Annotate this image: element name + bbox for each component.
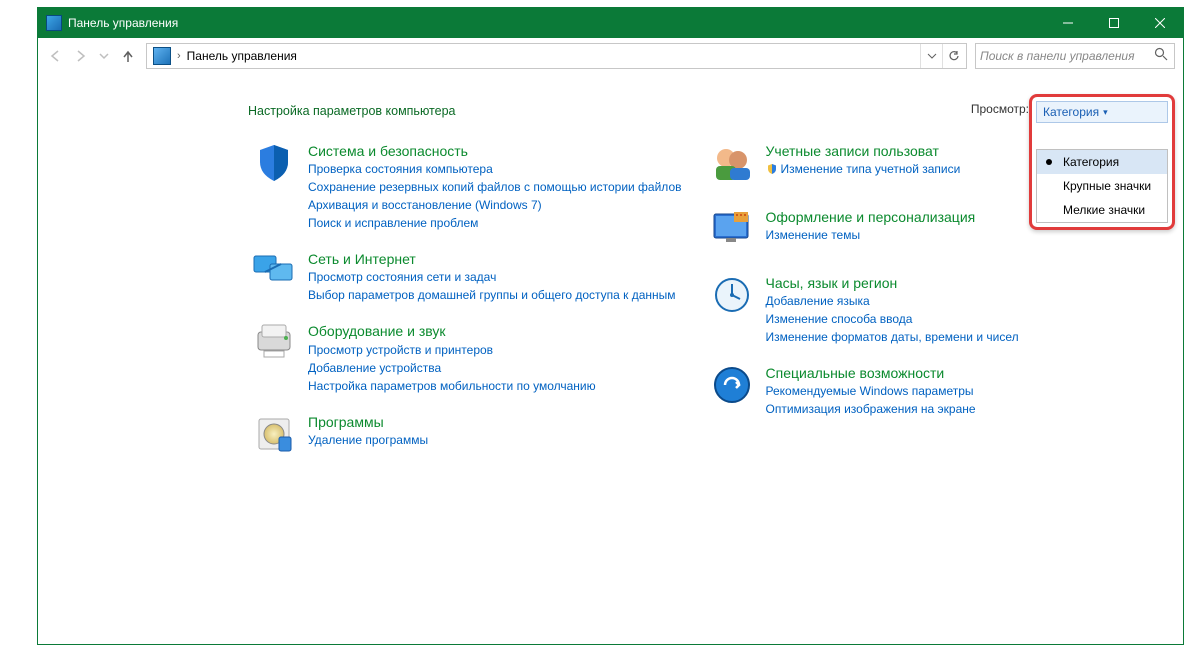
category-0: Система и безопасностьПроверка состояния…: [248, 142, 686, 232]
category-link[interactable]: Поиск и исправление проблем: [308, 214, 686, 232]
up-button[interactable]: [118, 46, 138, 66]
window-title: Панель управления: [68, 16, 1045, 30]
category-body: Специальные возможностиРекомендуемые Win…: [766, 364, 1144, 418]
titlebar: Панель управления: [38, 8, 1183, 38]
category-link[interactable]: Оптимизация изображения на экране: [766, 400, 1144, 418]
category-title[interactable]: Оборудование и звук: [308, 322, 686, 340]
content-area: Настройка параметров компьютера Просмотр…: [38, 74, 1183, 499]
search-input[interactable]: [980, 49, 1154, 63]
minimize-button[interactable]: [1045, 8, 1091, 38]
shield-icon: [766, 162, 778, 174]
category-icon: [248, 250, 300, 298]
view-dropdown-highlight: Категория ▾ Категория Крупные значки Мел…: [1029, 94, 1175, 230]
category-title[interactable]: Программы: [308, 413, 686, 431]
category-2: Оборудование и звукПросмотр устройств и …: [248, 322, 686, 394]
address-bar[interactable]: › Панель управления: [146, 43, 967, 69]
category-link[interactable]: Просмотр состояния сети и задач: [308, 268, 686, 286]
left-column: Система и безопасностьПроверка состояния…: [248, 142, 686, 479]
category-link[interactable]: Просмотр устройств и принтеров: [308, 341, 686, 359]
category-icon: [248, 142, 300, 190]
refresh-button[interactable]: [942, 44, 964, 68]
category-7: Специальные возможностиРекомендуемые Win…: [706, 364, 1144, 418]
view-dropdown-value: Категория: [1043, 105, 1099, 119]
window-controls: [1045, 8, 1183, 38]
category-link[interactable]: Настройка параметров мобильности по умол…: [308, 377, 686, 395]
category-icon: [248, 322, 300, 370]
back-button[interactable]: [46, 46, 66, 66]
category-link[interactable]: Добавление языка: [766, 292, 1144, 310]
category-icon: [706, 208, 758, 256]
view-option-small-icons[interactable]: Мелкие значки: [1037, 198, 1167, 222]
navigation-bar: › Панель управления: [38, 38, 1183, 74]
category-link[interactable]: Добавление устройства: [308, 359, 686, 377]
category-link[interactable]: Архивация и восстановление (Windows 7): [308, 196, 686, 214]
view-option-category[interactable]: Категория: [1037, 150, 1167, 174]
search-box[interactable]: [975, 43, 1175, 69]
recent-dropdown[interactable]: [94, 46, 114, 66]
chevron-down-icon: ▾: [1103, 107, 1108, 118]
view-menu: Категория Крупные значки Мелкие значки: [1036, 149, 1168, 223]
maximize-button[interactable]: [1091, 8, 1137, 38]
control-panel-window: Панель управления › Панель управления На…: [37, 7, 1184, 645]
category-link[interactable]: Удаление программы: [308, 431, 686, 449]
search-icon[interactable]: [1154, 47, 1170, 66]
forward-button[interactable]: [70, 46, 90, 66]
category-body: Система и безопасностьПроверка состояния…: [308, 142, 686, 232]
category-icon: [248, 413, 300, 461]
category-title[interactable]: Часы, язык и регион: [766, 274, 1144, 292]
category-link[interactable]: Выбор параметров домашней группы и общег…: [308, 286, 686, 304]
category-icon: [706, 364, 758, 412]
close-button[interactable]: [1137, 8, 1183, 38]
view-by-label: Просмотр:: [971, 102, 1029, 116]
category-link[interactable]: Изменение форматов даты, времени и чисел: [766, 328, 1144, 346]
app-icon: [46, 15, 62, 31]
category-6: Часы, язык и регионДобавление языкаИзмен…: [706, 274, 1144, 346]
view-option-large-icons[interactable]: Крупные значки: [1037, 174, 1167, 198]
category-link[interactable]: Сохранение резервных копий файлов с помо…: [308, 178, 686, 196]
category-title[interactable]: Система и безопасность: [308, 142, 686, 160]
category-body: Оборудование и звукПросмотр устройств и …: [308, 322, 686, 394]
category-icon: [706, 142, 758, 190]
category-link[interactable]: Проверка состояния компьютера: [308, 160, 686, 178]
category-body: Часы, язык и регионДобавление языкаИзмен…: [766, 274, 1144, 346]
category-icon: [706, 274, 758, 322]
category-link[interactable]: Изменение способа ввода: [766, 310, 1144, 328]
category-body: Сеть и ИнтернетПросмотр состояния сети и…: [308, 250, 686, 304]
category-body: ПрограммыУдаление программы: [308, 413, 686, 461]
category-columns: Система и безопасностьПроверка состояния…: [248, 142, 1143, 479]
breadcrumb-separator: ›: [177, 50, 181, 62]
control-panel-icon: [153, 47, 171, 65]
category-1: Сеть и ИнтернетПросмотр состояния сети и…: [248, 250, 686, 304]
category-3: ПрограммыУдаление программы: [248, 413, 686, 461]
category-title[interactable]: Сеть и Интернет: [308, 250, 686, 268]
category-title[interactable]: Специальные возможности: [766, 364, 1144, 382]
category-link[interactable]: Рекомендуемые Windows параметры: [766, 382, 1144, 400]
breadcrumb-root[interactable]: Панель управления: [183, 47, 301, 65]
view-dropdown-button[interactable]: Категория ▾: [1036, 101, 1168, 123]
address-dropdown[interactable]: [920, 44, 942, 68]
